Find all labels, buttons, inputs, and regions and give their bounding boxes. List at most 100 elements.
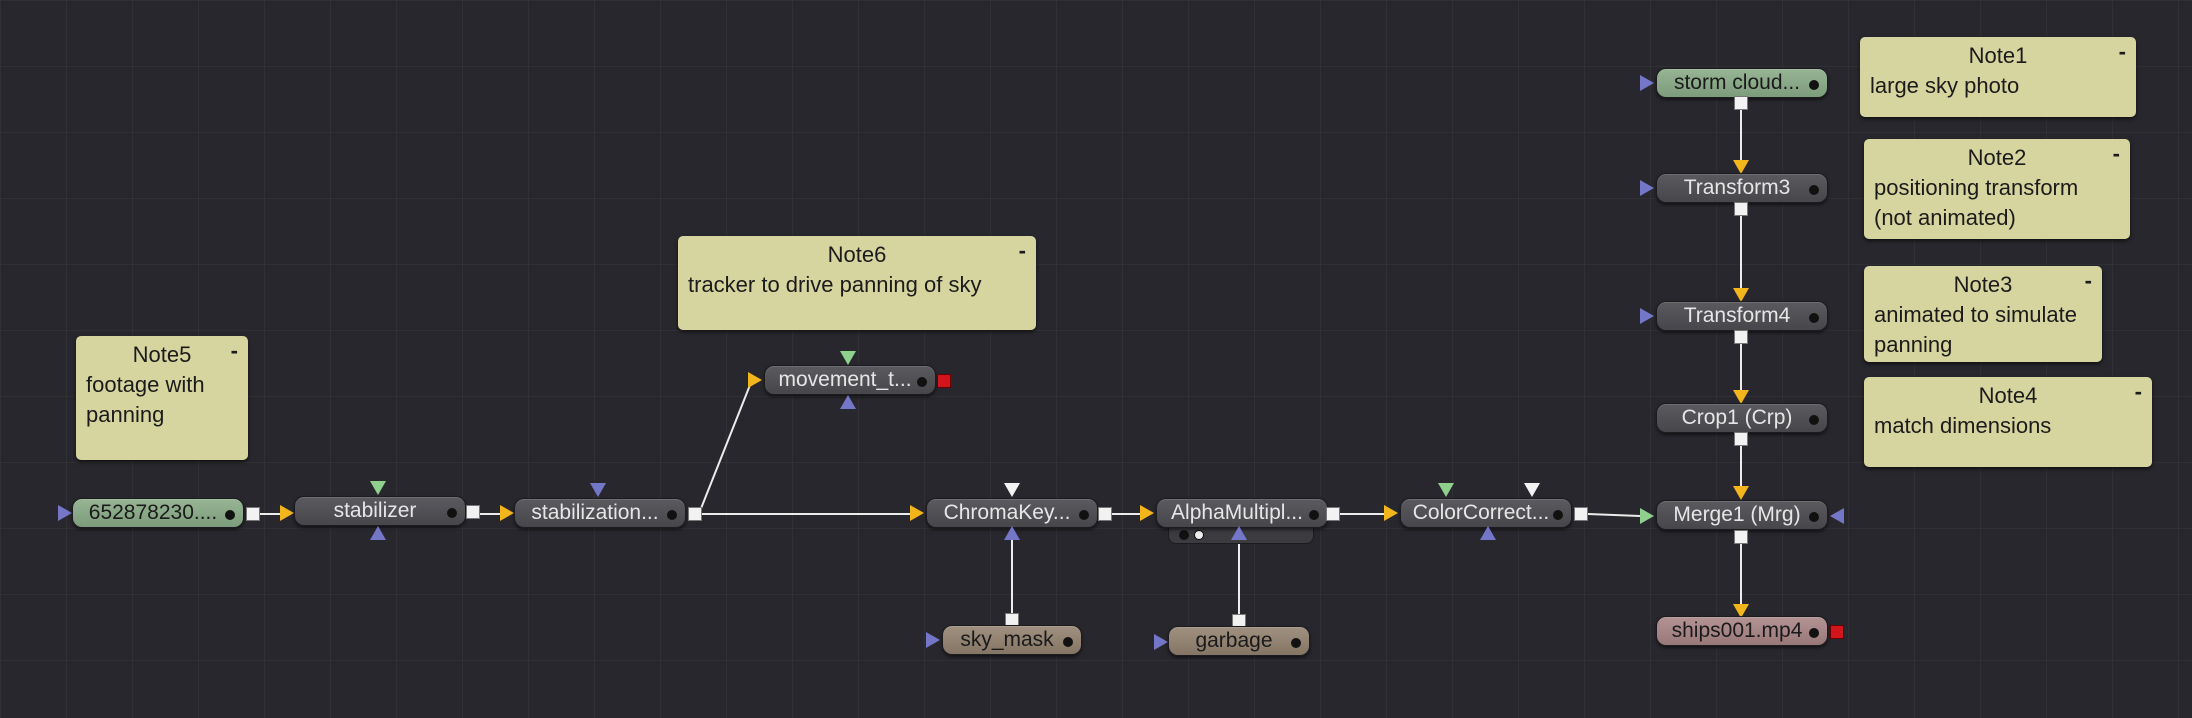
node-output-dot[interactable]: [1063, 637, 1073, 647]
node-output-dot[interactable]: [667, 510, 677, 520]
node-movement-tracker[interactable]: movement_t...: [764, 365, 936, 395]
node-input-arrow[interactable]: [1480, 526, 1496, 540]
node-output-dot[interactable]: [1809, 313, 1819, 323]
node-label: sky_mask: [960, 628, 1054, 651]
node-output-dot[interactable]: [225, 510, 235, 520]
node-input-arrow[interactable]: [370, 481, 386, 495]
node-merge1[interactable]: Merge1 (Mrg): [1656, 500, 1828, 530]
node-crop1[interactable]: Crop1 (Crp): [1656, 403, 1828, 433]
node-input-arrow[interactable]: [1733, 486, 1749, 500]
node-output-square[interactable]: [688, 507, 702, 521]
node-output-square[interactable]: [1734, 96, 1748, 110]
minimize-button[interactable]: -: [2113, 139, 2120, 169]
node-stabilizer[interactable]: stabilizer: [294, 496, 466, 526]
node-ships-saver[interactable]: ships001.mp4: [1656, 616, 1828, 646]
node-garbage-mask[interactable]: garbage: [1168, 626, 1310, 656]
node-input-arrow[interactable]: [926, 632, 940, 648]
node-output-dot[interactable]: [1553, 510, 1563, 520]
node-stabilization[interactable]: stabilization...: [514, 498, 686, 528]
note-body: footage with panning: [86, 372, 205, 427]
node-input-arrow[interactable]: [1004, 483, 1020, 497]
note6[interactable]: Note6 - tracker to drive panning of sky: [678, 236, 1036, 330]
node-input-arrow[interactable]: [58, 505, 72, 521]
node-label: ChromaKey...: [943, 501, 1071, 524]
node-output-square[interactable]: [1326, 507, 1340, 521]
node-output-square[interactable]: [466, 505, 480, 519]
node-alphamultiply[interactable]: AlphaMultipl...: [1156, 498, 1328, 528]
node-output-dot[interactable]: [1809, 512, 1819, 522]
minimize-button[interactable]: -: [2135, 377, 2142, 407]
node-input-arrow[interactable]: [1733, 288, 1749, 302]
note-title: Note3: [1953, 272, 2013, 297]
node-chromakey[interactable]: ChromaKey...: [926, 498, 1098, 528]
node-input-arrow[interactable]: [1231, 526, 1247, 540]
node-transform4[interactable]: Transform4: [1656, 301, 1828, 331]
node-output-dot[interactable]: [1291, 638, 1301, 648]
node-label: garbage: [1195, 629, 1273, 652]
node-output-square[interactable]: [1574, 507, 1588, 521]
node-input-arrow[interactable]: [840, 351, 856, 365]
node-input-arrow[interactable]: [748, 372, 762, 388]
node-colorcorrect[interactable]: ColorCorrect...: [1400, 498, 1572, 528]
node-output-dot[interactable]: [1809, 80, 1819, 90]
node-input-arrow[interactable]: [1438, 483, 1454, 497]
note-title: Note2: [1967, 145, 2027, 170]
node-input-arrow[interactable]: [1154, 634, 1168, 650]
minimize-button[interactable]: -: [2119, 37, 2126, 67]
node-output-square[interactable]: [1734, 432, 1748, 446]
node-input-arrow[interactable]: [1140, 505, 1154, 521]
node-output-dot[interactable]: [1079, 510, 1089, 520]
node-transform3[interactable]: Transform3: [1656, 173, 1828, 203]
node-output-dot[interactable]: [447, 508, 457, 518]
node-media-in[interactable]: 652878230....: [72, 498, 244, 528]
node-input-arrow[interactable]: [1524, 483, 1540, 497]
node-input-arrow[interactable]: [370, 526, 386, 540]
node-input-arrow[interactable]: [1640, 180, 1654, 196]
wire-colorcorrect-to-merge: [1587, 513, 1641, 517]
node-input-arrow[interactable]: [500, 505, 514, 521]
input-dot[interactable]: [1179, 530, 1189, 540]
input-dot[interactable]: [1194, 530, 1204, 540]
node-input-arrow[interactable]: [1640, 508, 1654, 524]
node-output-dot[interactable]: [917, 377, 927, 387]
node-input-arrow[interactable]: [1830, 508, 1844, 524]
node-output-square[interactable]: [246, 507, 260, 521]
node-output-square[interactable]: [1734, 202, 1748, 216]
node-output-dot[interactable]: [1809, 185, 1819, 195]
note1[interactable]: Note1 - large sky photo: [1860, 37, 2136, 117]
wire-stabilization-to-movement: [699, 379, 753, 512]
note2[interactable]: Note2 - positioning transform (not anima…: [1864, 139, 2130, 239]
node-output-square[interactable]: [1734, 330, 1748, 344]
node-label: ships001.mp4: [1671, 619, 1803, 642]
note-title: Note4: [1978, 383, 2038, 408]
node-output-dot[interactable]: [1809, 415, 1819, 425]
node-output-square[interactable]: [1734, 530, 1748, 544]
minimize-button[interactable]: -: [231, 336, 238, 366]
node-input-arrow[interactable]: [280, 505, 294, 521]
node-label: Transform3: [1683, 176, 1791, 199]
node-storm-cloud[interactable]: storm cloud...: [1656, 68, 1828, 98]
node-output-dot[interactable]: [1309, 510, 1319, 520]
note-body: match dimensions: [1874, 413, 2052, 438]
node-input-arrow[interactable]: [1384, 505, 1398, 521]
node-label: Merge1 (Mrg): [1673, 503, 1801, 526]
node-input-arrow[interactable]: [840, 395, 856, 409]
minimize-button[interactable]: -: [1019, 236, 1026, 266]
note3[interactable]: Note3 - animated to simulate panning: [1864, 266, 2102, 362]
node-output-square[interactable]: [1098, 507, 1112, 521]
node-input-arrow[interactable]: [1004, 526, 1020, 540]
node-label: Crop1 (Crp): [1681, 406, 1793, 429]
node-input-arrow[interactable]: [1733, 390, 1749, 404]
node-input-arrow[interactable]: [910, 505, 924, 521]
note-title: Note1: [1968, 43, 2028, 68]
note4[interactable]: Note4 - match dimensions: [1864, 377, 2152, 467]
minimize-button[interactable]: -: [2085, 266, 2092, 296]
node-input-arrow[interactable]: [1640, 308, 1654, 324]
note5[interactable]: Note5 - footage with panning: [76, 336, 248, 460]
note-body: large sky photo: [1870, 73, 2020, 98]
node-input-arrow[interactable]: [1640, 75, 1654, 91]
node-sky-mask[interactable]: sky_mask: [942, 625, 1082, 655]
node-input-arrow[interactable]: [1733, 160, 1749, 174]
node-input-arrow[interactable]: [590, 483, 606, 497]
node-output-dot[interactable]: [1809, 628, 1819, 638]
